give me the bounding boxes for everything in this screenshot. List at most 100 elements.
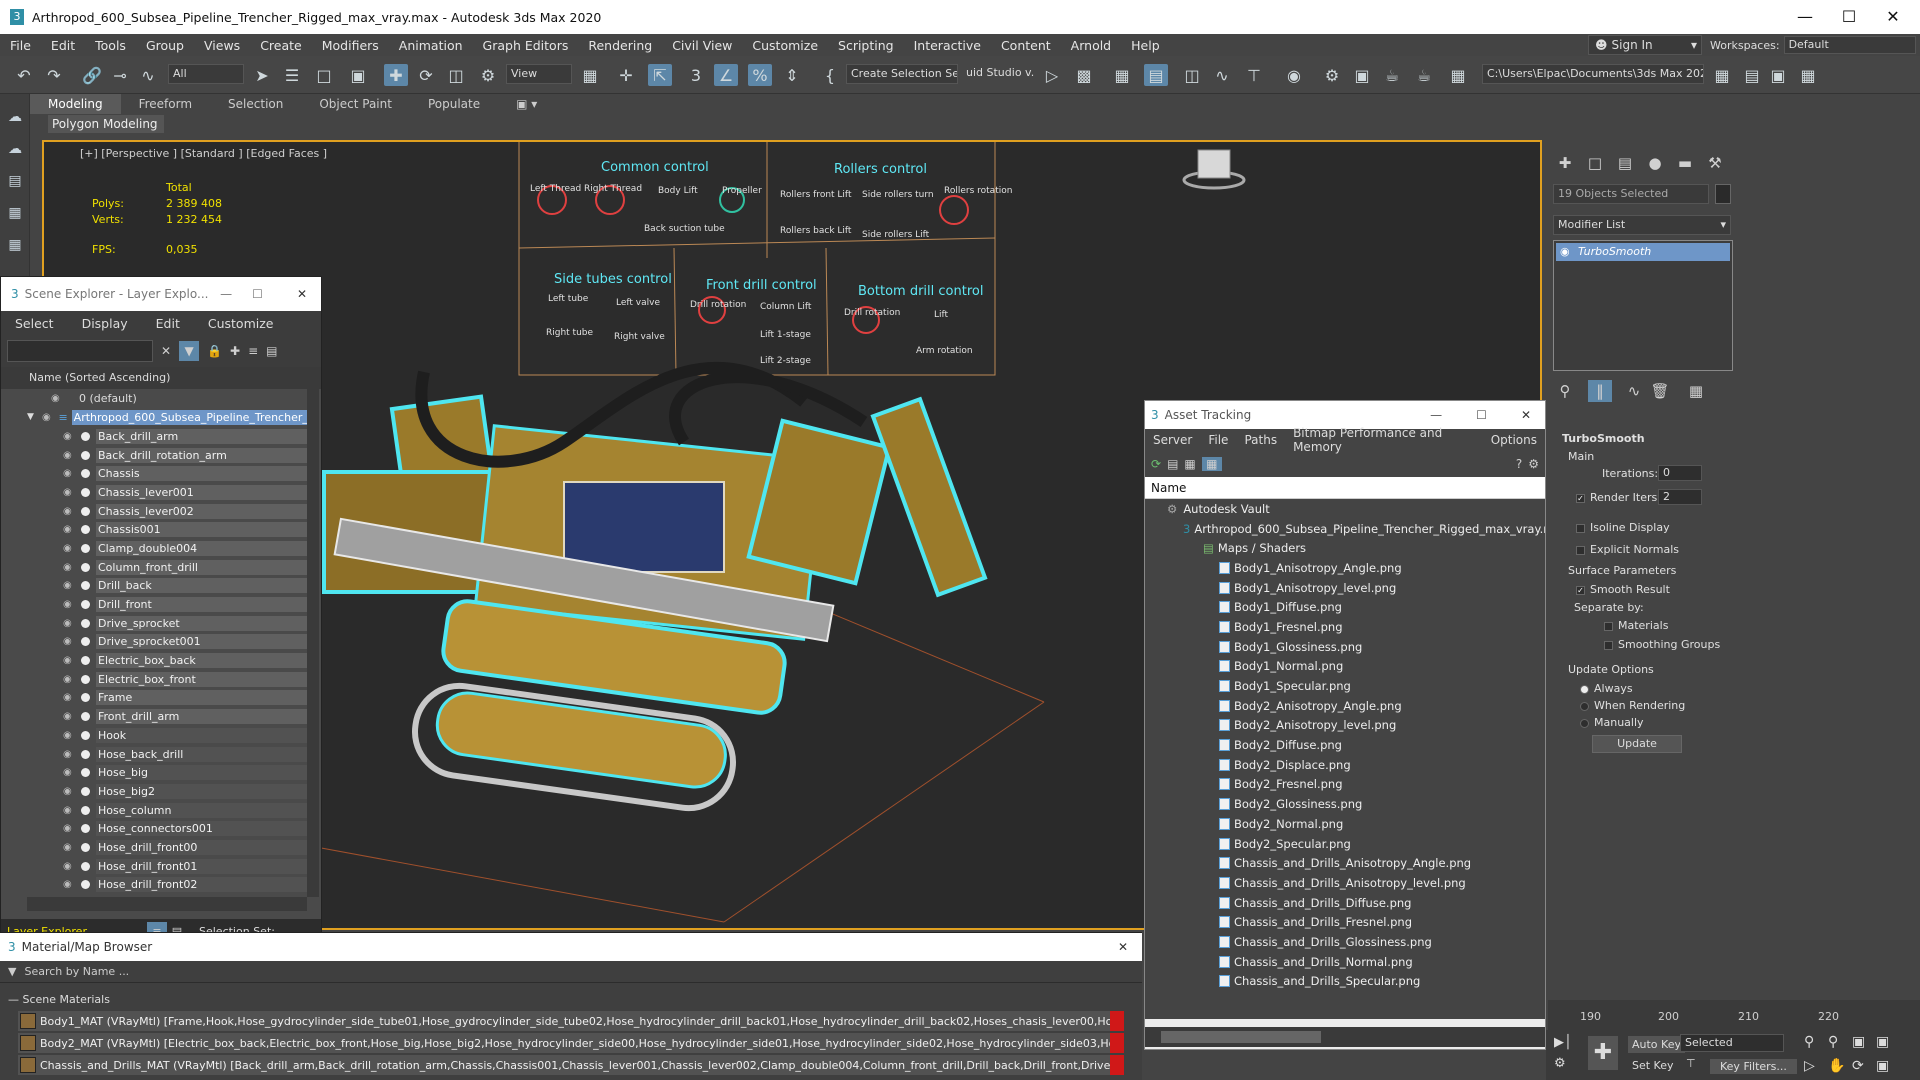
asset-map-row[interactable]: Chassis_and_Drills_Diffuse.png <box>1145 893 1545 913</box>
render-iters-checkbox[interactable]: ✓ <box>1576 493 1585 503</box>
asset-map-row[interactable]: Body2_Anisotropy_level.png <box>1145 716 1545 736</box>
tab-populate[interactable]: Populate <box>410 94 498 114</box>
project-folder-icon[interactable]: ▣ <box>1766 64 1790 86</box>
eye-icon[interactable]: ◉ <box>1560 243 1570 261</box>
viewcube[interactable] <box>1182 149 1246 190</box>
scene-column-header[interactable]: Name (Sorted Ascending) <box>1 367 321 389</box>
when-rendering-row[interactable]: When Rendering <box>1580 699 1685 712</box>
list-item[interactable]: ◉ Hose_drill_front00 <box>27 838 307 857</box>
list-item[interactable]: ◉ Back_drill_arm <box>27 427 307 446</box>
list-item[interactable]: ◉ Column_front_drill <box>27 558 307 577</box>
select-and-move-icon[interactable]: ✚ <box>384 64 408 86</box>
list-item[interactable]: ◉ Hose_drill_front02 <box>27 876 307 895</box>
maximize-icon[interactable]: ☐ <box>252 287 263 301</box>
set-key-large-icon[interactable]: ✚ <box>1588 1036 1618 1070</box>
material-row[interactable]: Body2_MAT (VRayMtl) [Electric_box_back,E… <box>18 1033 1124 1053</box>
eye-icon[interactable]: ◉ <box>63 450 77 461</box>
eye-icon[interactable]: ◉ <box>63 599 77 610</box>
eye-icon[interactable]: ◉ <box>63 805 77 816</box>
pin-stack-icon[interactable]: ⚲ <box>1553 380 1577 402</box>
material-editor-icon[interactable]: ◉ <box>1282 64 1306 86</box>
list-item[interactable]: ◉ Chassis001 <box>27 520 307 539</box>
list-item[interactable]: ◉ Chassis <box>27 464 307 483</box>
asset-map-row[interactable]: Body1_Anisotropy_Angle.png <box>1145 558 1545 578</box>
menu-rendering[interactable]: Rendering <box>578 38 662 53</box>
maximize-button[interactable]: ☐ <box>1826 0 1872 34</box>
asset-map-row[interactable]: Body2_Specular.png <box>1145 834 1545 854</box>
edit-named-selection-icon[interactable]: { <box>818 64 842 86</box>
table-view-icon[interactable]: ▦ <box>1184 457 1195 471</box>
eye-icon[interactable]: ◉ <box>63 543 77 554</box>
cloud-icon[interactable]: ☁ <box>5 140 25 158</box>
menu-modifiers[interactable]: Modifiers <box>312 38 389 53</box>
viewport-label[interactable]: [+] [Perspective ] [Standard ] [Edged Fa… <box>80 147 327 160</box>
update-button[interactable]: Update <box>1592 735 1682 753</box>
key-mode-icon[interactable]: ⊤ <box>1686 1057 1696 1070</box>
go-to-end-icon[interactable]: ▶│ <box>1554 1035 1572 1050</box>
eye-icon[interactable]: ◉ <box>63 692 77 703</box>
layer-row-arthropod[interactable]: ▼ ◉ ≡ Arthropod_600_Subsea_Pipeline_Tren… <box>27 408 307 427</box>
when-rendering-radio[interactable] <box>1580 701 1589 711</box>
tab-object-paint[interactable]: Object Paint <box>301 94 410 114</box>
select-and-rotate-icon[interactable]: ⟳ <box>414 64 438 86</box>
filter-icon[interactable]: ▼ <box>179 341 200 361</box>
asset-map-row[interactable]: Body2_Fresnel.png <box>1145 775 1545 795</box>
window-crossing-icon[interactable]: ▣ <box>346 64 370 86</box>
eye-icon[interactable]: ◉ <box>63 823 77 834</box>
pan-view-icon[interactable]: ✋ <box>1828 1058 1845 1074</box>
scene-menu-edit[interactable]: Edit <box>142 316 194 331</box>
menu-animation[interactable]: Animation <box>389 38 473 53</box>
asset-map-row[interactable]: Body1_Anisotropy_level.png <box>1145 578 1545 598</box>
eye-icon[interactable]: ◉ <box>63 879 77 890</box>
link-icon[interactable]: 🔗 <box>80 64 104 86</box>
sync-layers-icon[interactable]: ▤ <box>266 344 277 358</box>
scene-materials-section[interactable]: — Scene Materials <box>0 991 1142 1009</box>
smooth-result-checkbox[interactable]: ✓ <box>1576 585 1585 595</box>
asset-map-row[interactable]: Body1_Glossiness.png <box>1145 637 1545 657</box>
keyboard-shortcut-override-icon[interactable]: ⇱ <box>648 64 672 86</box>
list-item[interactable]: ◉ Hook <box>27 726 307 745</box>
tab-freeform[interactable]: Freeform <box>121 94 210 114</box>
list-item[interactable]: ◉ Chassis_lever002 <box>27 502 307 521</box>
eye-icon[interactable]: ◉ <box>63 655 77 666</box>
motion-tab-icon[interactable]: ● <box>1643 152 1667 174</box>
render-iterative-icon[interactable]: ☕ <box>1412 64 1436 86</box>
scene-menu-customize[interactable]: Customize <box>194 316 288 331</box>
modifier-stack-item[interactable]: ◉ TurboSmooth <box>1556 243 1730 261</box>
project-folder-dropdown[interactable]: C:\Users\Elpac\Documents\3ds Max 2020 <box>1482 64 1704 84</box>
tab-modeling[interactable]: Modeling <box>30 94 121 114</box>
configure-sets-icon[interactable]: ▦ <box>1684 380 1708 402</box>
refresh-icon[interactable]: ⟳ <box>1151 457 1161 471</box>
timeline-track[interactable] <box>1548 1000 1920 1030</box>
grid-view-icon[interactable]: ▦ <box>1201 457 1222 471</box>
eye-icon[interactable]: ◉ <box>51 393 65 404</box>
asset-menu-options[interactable]: Options <box>1483 433 1545 447</box>
make-unique-icon[interactable]: ∿ <box>1622 380 1646 402</box>
close-window-button[interactable]: ✕ <box>1870 0 1916 34</box>
list-item[interactable]: ◉ Electric_box_front <box>27 670 307 689</box>
eye-icon[interactable]: ◉ <box>63 767 77 778</box>
zoom-extents-all-icon[interactable]: ▣ <box>1876 1034 1889 1050</box>
scene-horizontal-scrollbar[interactable] <box>27 897 307 911</box>
list-item[interactable]: ◉ Hose_drill_front01 <box>27 857 307 876</box>
grid-icon[interactable]: ▦ <box>5 236 25 254</box>
percent-snap-icon[interactable]: % <box>748 64 772 86</box>
menu-civil-view[interactable]: Civil View <box>662 38 742 53</box>
angle-snap-icon[interactable]: ∠ <box>714 64 738 86</box>
remove-modifier-icon[interactable]: 🗑 <box>1648 380 1672 402</box>
eye-icon[interactable]: ◉ <box>63 842 77 853</box>
maximize-icon[interactable]: ☐ <box>1476 408 1487 422</box>
eye-icon[interactable]: ◉ <box>63 861 77 872</box>
close-icon[interactable]: ✕ <box>297 287 307 301</box>
minimize-icon[interactable]: — <box>220 287 232 301</box>
list-item[interactable]: ◉ Drill_back <box>27 577 307 596</box>
settings-icon[interactable]: ⚙ <box>1528 457 1539 471</box>
display-tab-icon[interactable]: ▬ <box>1673 152 1697 174</box>
list-item[interactable]: ◉ Hose_column <box>27 801 307 820</box>
always-radio[interactable] <box>1580 684 1589 694</box>
list-item[interactable]: ◉ Drive_sprocket <box>27 614 307 633</box>
menu-group[interactable]: Group <box>136 38 194 53</box>
key-filters-button[interactable]: Key Filters... <box>1710 1059 1797 1074</box>
eye-icon[interactable]: ◉ <box>63 487 77 498</box>
list-view-icon[interactable]: ▤ <box>1167 457 1178 471</box>
